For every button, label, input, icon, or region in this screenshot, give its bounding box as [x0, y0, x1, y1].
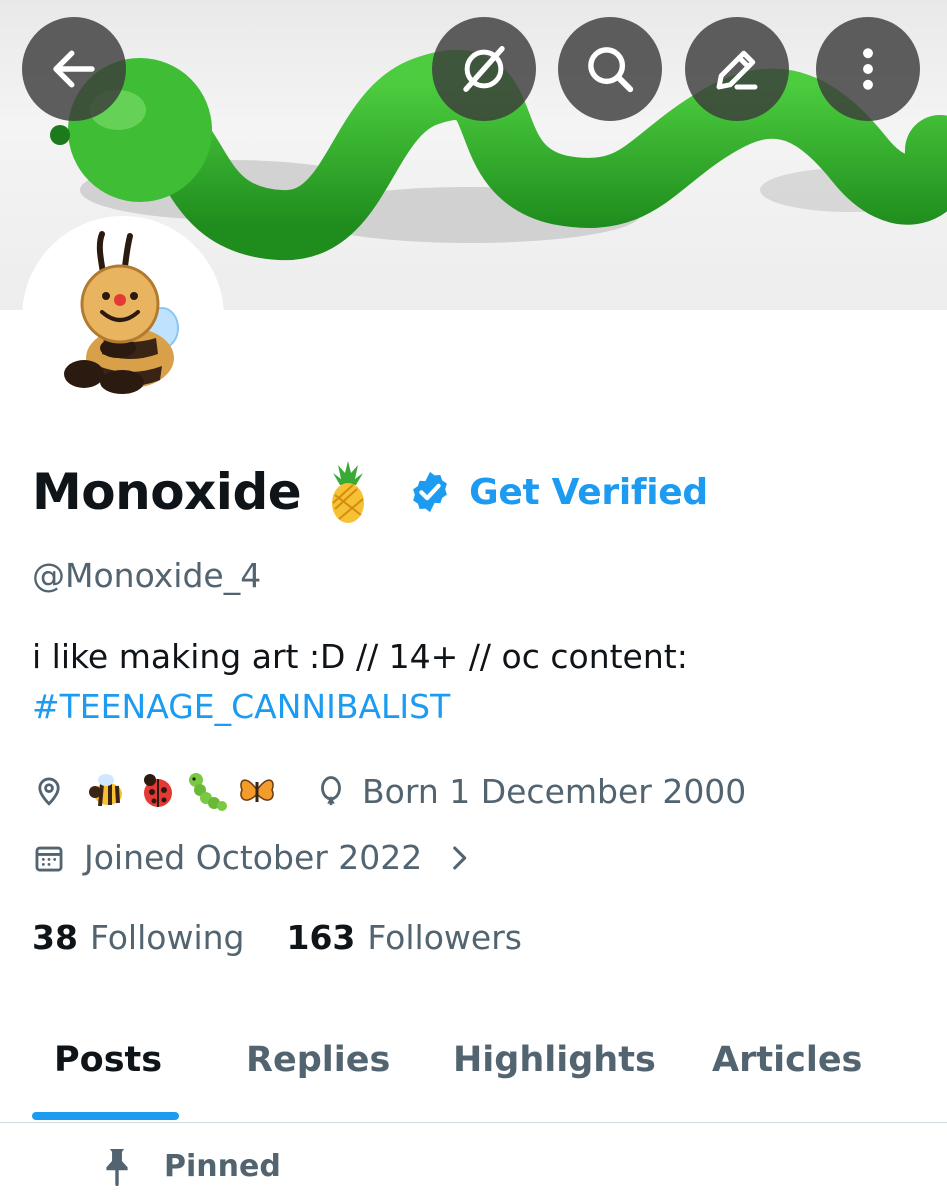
joined-text: Joined October 2022 [84, 838, 423, 877]
tab-highlights[interactable]: Highlights [453, 1040, 656, 1080]
grok-icon [463, 46, 505, 92]
bio-hashtag-link[interactable]: #TEENAGE_CANNIBALIST [32, 682, 450, 732]
tab-articles[interactable]: Articles [712, 1040, 862, 1080]
grok-button[interactable] [432, 17, 536, 121]
arrow-left-icon [53, 50, 95, 88]
calendar-icon [35, 846, 63, 871]
get-verified-label: Get Verified [469, 471, 708, 513]
pin-icon [106, 1149, 128, 1186]
caterpillar-emoji-icon [189, 773, 227, 811]
pinned-label-row: Pinned [100, 1146, 281, 1186]
bio-text: i like making art :D // 14+ // oc conten… [32, 637, 688, 676]
bee-emoji-icon [89, 774, 122, 807]
meta-row-location: Born 1 December 2000 [32, 770, 746, 812]
followers-stat[interactable]: 163 Followers [286, 918, 521, 957]
more-options-button[interactable] [816, 17, 920, 121]
get-verified-link[interactable]: Get Verified [407, 469, 708, 515]
location-pin-icon [38, 777, 60, 806]
search-button[interactable] [558, 17, 662, 121]
user-handle: @Monoxide_4 [32, 556, 262, 595]
following-stat[interactable]: 38 Following [32, 918, 244, 957]
tab-replies[interactable]: Replies [246, 1040, 390, 1080]
butterfly-emoji-icon [240, 779, 274, 802]
active-tab-indicator [32, 1112, 179, 1120]
bio: i like making art :D // 14+ // oc conten… [32, 632, 922, 732]
meta-row-joined[interactable]: Joined October 2022 [32, 838, 476, 877]
chevron-right-icon [453, 846, 467, 869]
tab-posts[interactable]: Posts [54, 1040, 162, 1080]
search-icon [588, 47, 634, 93]
followers-label: Followers [367, 918, 522, 957]
pinned-text: Pinned [164, 1148, 281, 1184]
following-count: 38 [32, 918, 78, 957]
name-row: Monoxide Get Verified [32, 452, 708, 532]
tabs-divider [0, 1122, 947, 1123]
more-vertical-icon [863, 48, 873, 90]
profile-tabs: Posts Replies Highlights Articles [0, 1030, 947, 1124]
birthday-text: Born 1 December 2000 [362, 771, 747, 811]
follow-stats: 38 Following 163 Followers [32, 918, 522, 957]
pencil-icon [716, 50, 758, 90]
edit-button[interactable] [685, 17, 789, 121]
back-button[interactable] [22, 17, 126, 121]
verified-badge-icon [413, 471, 448, 513]
followers-count: 163 [286, 918, 356, 957]
balloon-icon [321, 776, 341, 806]
avatar[interactable] [22, 216, 224, 418]
bee-avatar-image [64, 231, 179, 394]
ladybug-emoji-icon [144, 774, 172, 807]
display-name: Monoxide [32, 463, 302, 521]
pineapple-icon [332, 461, 365, 523]
following-label: Following [89, 918, 245, 957]
